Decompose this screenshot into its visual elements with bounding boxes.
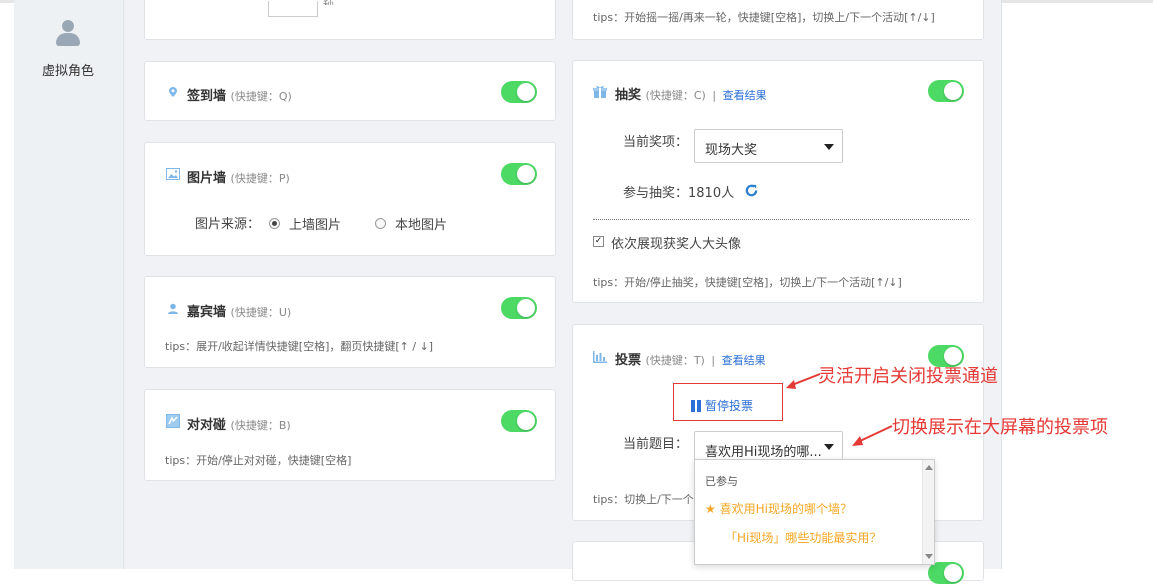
vote-shortcut: (快捷键：T): [645, 354, 705, 367]
lottery-show-avatars-checkbox[interactable]: ✓: [593, 236, 604, 247]
lottery-prize-label: 当前奖项：: [623, 135, 689, 150]
annotation-switch-note: 切换展示在大屏幕的投票项: [892, 417, 1108, 438]
pair-icon: [166, 414, 180, 428]
vote-question-dropdown: 已参与 ★ 喜欢用Hi现场的哪个墙？ 「Hi现场」哪些功能最实用？: [694, 459, 935, 565]
location-pin-icon: [169, 87, 177, 97]
guest-wall-toggle[interactable]: [501, 297, 537, 319]
pause-icon: [691, 400, 695, 412]
radio-local-photos-label[interactable]: 本地图片: [395, 214, 447, 233]
photo-wall-card: 图片墙 (快捷键：P) 图片来源： 上墙图片 本地图片: [144, 142, 556, 256]
chevron-down-icon: [824, 444, 834, 450]
guest-wall-card: 嘉宾墙 (快捷键：U) tips：展开/收起详情快捷键[空格]，翻页快捷键[↑ …: [144, 276, 556, 368]
guest-wall-shortcut: (快捷键：U): [230, 306, 292, 319]
chevron-down-icon: [824, 144, 834, 150]
vote-title: 投票: [615, 353, 642, 368]
dropdown-option-label: 喜欢用Hi现场的哪个墙？: [719, 502, 852, 516]
guest-wall-tips: tips：展开/收起详情快捷键[空格]，翻页快捷键[↑ / ↓]: [165, 340, 434, 353]
lottery-show-avatars-label[interactable]: 依次展现获奖人大头像: [611, 233, 741, 252]
photo-source-label: 图片来源：: [195, 217, 261, 232]
sign-wall-title: 签到墙: [187, 89, 227, 104]
sidebar: 虚拟角色: [14, 0, 124, 569]
vote-separator: |: [711, 354, 716, 367]
next-activity-toggle[interactable]: [928, 562, 964, 584]
seconds-input[interactable]: [268, 1, 318, 17]
pair-game-title-row: 对对碰 (快捷键：B): [187, 414, 291, 433]
bar-chart-icon: [593, 351, 607, 363]
vote-question-label: 当前题目：: [623, 437, 689, 452]
scroll-up-icon[interactable]: [925, 465, 933, 470]
vote-tips: tips：切换上/下一个: [593, 493, 694, 506]
lottery-shortcut: (快捷键：C): [645, 89, 706, 102]
photo-wall-shortcut: (快捷键：P): [230, 172, 290, 185]
annotation-toggle-note: 灵活开启关闭投票通道: [818, 366, 998, 387]
pair-game-toggle[interactable]: [501, 410, 537, 432]
dropdown-option-selected[interactable]: ★ 喜欢用Hi现场的哪个墙？: [705, 500, 852, 517]
gift-icon: [593, 86, 607, 98]
scroll-down-icon[interactable]: [925, 554, 933, 559]
annotation-arrow-toggle: [786, 373, 821, 389]
seconds-unit: 秒: [323, 0, 334, 5]
guest-wall-title: 嘉宾墙: [187, 305, 227, 320]
lottery-title-row: 抽奖 (快捷键：C) | 查看结果: [615, 84, 767, 103]
pause-icon-bar: [697, 400, 701, 412]
lottery-view-results-link[interactable]: 查看结果: [723, 89, 767, 102]
shake-tips: tips：开始摇一摇/再来一轮，快捷键[空格]，切换上/下一个活动[↑/↓]: [593, 11, 935, 24]
dropdown-group-label: 已参与: [705, 475, 738, 488]
radio-wall-photos[interactable]: [269, 218, 280, 229]
shake-settings-card: 秒: [144, 0, 556, 40]
vote-title-row: 投票 (快捷键：T) | 查看结果: [615, 349, 766, 368]
star-icon: ★: [705, 502, 716, 516]
pair-game-shortcut: (快捷键：B): [230, 419, 291, 432]
radio-wall-photos-label[interactable]: 上墙图片: [289, 214, 341, 233]
person-icon: [168, 303, 178, 314]
photo-wall-title-row: 图片墙 (快捷键：P): [187, 167, 290, 186]
vote-view-results-link[interactable]: 查看结果: [722, 354, 766, 367]
vote-question-value: 喜欢用Hi现场的哪...: [705, 445, 822, 460]
sign-wall-toggle[interactable]: [501, 81, 537, 103]
lottery-toggle[interactable]: [928, 80, 964, 102]
guest-wall-title-row: 嘉宾墙 (快捷键：U): [187, 301, 291, 320]
lottery-tips: tips：开始/停止抽奖，快捷键[空格]，切换上/下一个活动[↑/↓]: [593, 276, 902, 289]
lottery-prize-select[interactable]: 现场大奖: [694, 129, 843, 163]
sign-wall-card: 签到墙 (快捷键：Q): [144, 61, 556, 121]
lottery-prize-value: 现场大奖: [705, 143, 758, 158]
lottery-separator: |: [712, 89, 717, 102]
dropdown-scrollbar[interactable]: [922, 460, 934, 564]
photo-wall-toggle[interactable]: [501, 163, 537, 185]
user-icon[interactable]: [56, 20, 80, 48]
photo-wall-title: 图片墙: [187, 171, 227, 186]
pair-game-tips: tips：开始/停止对对碰，快捷键[空格]: [165, 454, 352, 467]
image-icon: [166, 168, 180, 180]
sidebar-item-virtual-role[interactable]: 虚拟角色: [14, 60, 122, 79]
dropdown-option[interactable]: 「Hi现场」哪些功能最实用？: [725, 529, 881, 546]
sign-wall-shortcut: (快捷键：Q): [230, 90, 292, 103]
refresh-icon[interactable]: [744, 183, 759, 198]
pause-vote-button[interactable]: 暂停投票: [691, 397, 753, 414]
vote-question-select[interactable]: 喜欢用Hi现场的哪...: [694, 431, 843, 461]
lottery-title: 抽奖: [615, 88, 642, 103]
radio-local-photos[interactable]: [375, 218, 386, 229]
pair-game-card: 对对碰 (快捷键：B) tips：开始/停止对对碰，快捷键[空格]: [144, 389, 556, 481]
lottery-card: 抽奖 (快捷键：C) | 查看结果 当前奖项： 现场大奖 参与抽奖：1810人 …: [572, 60, 984, 303]
annotation-arrow-switch: [852, 425, 893, 446]
shake-card: tips：开始摇一摇/再来一轮，快捷键[空格]，切换上/下一个活动[↑/↓]: [572, 0, 984, 40]
sign-wall-title-row: 签到墙 (快捷键：Q): [187, 85, 292, 104]
lottery-divider: [593, 219, 969, 220]
pair-game-title: 对对碰: [187, 418, 227, 433]
lottery-participants: 参与抽奖：1810人: [623, 186, 735, 201]
pause-vote-label: 暂停投票: [705, 399, 754, 413]
